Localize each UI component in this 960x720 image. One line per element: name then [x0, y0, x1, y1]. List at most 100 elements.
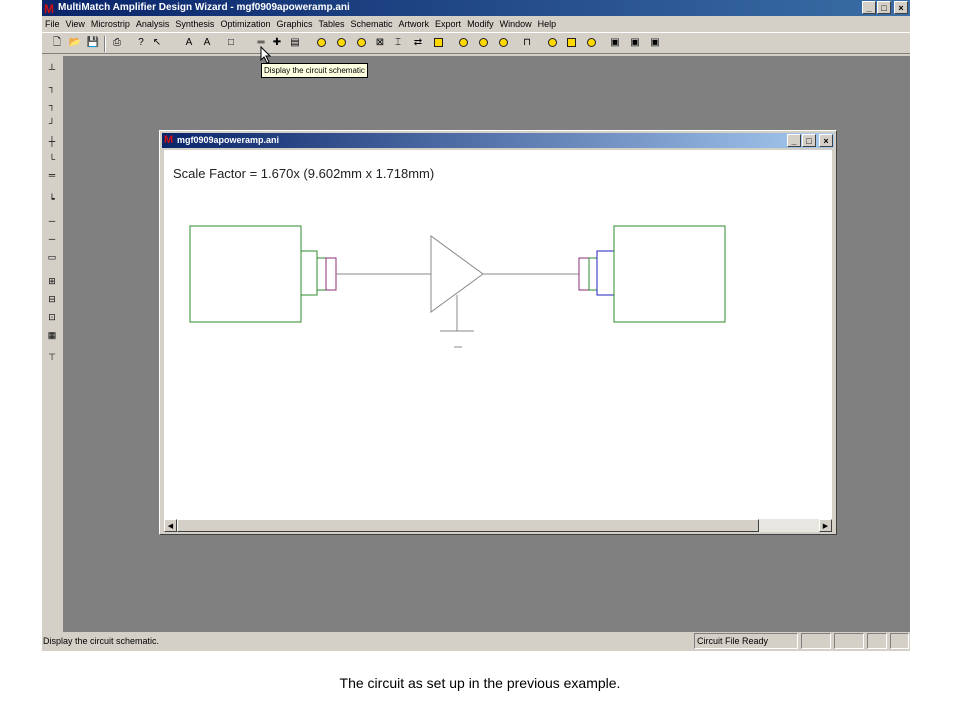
window-controls: _ □ × — [862, 1, 908, 14]
schematic-canvas[interactable]: Scale Factor = 1.670x (9.602mm x 1.718mm… — [164, 150, 832, 519]
stub-2-icon[interactable]: ┘ — [45, 116, 59, 130]
input-pad — [189, 225, 302, 323]
circle-4-icon[interactable] — [456, 36, 470, 50]
child-title-bar: M mgf0909apoweramp.ani _ □ × — [162, 133, 834, 148]
minimize-button[interactable]: _ — [862, 1, 876, 14]
slide-caption: The circuit as set up in the previous ex… — [339, 675, 621, 691]
menu-window[interactable]: Window — [497, 16, 535, 32]
output-stub-1 — [578, 257, 590, 291]
output-stub-2 — [588, 257, 598, 291]
scroll-thumb[interactable] — [177, 519, 759, 532]
pointer-icon[interactable]: ↖ — [150, 36, 164, 50]
text-icon[interactable]: □ — [224, 36, 238, 50]
square-icon[interactable] — [564, 36, 578, 50]
line-icon[interactable]: └ — [45, 152, 59, 166]
status-message: Display the circuit schematic. — [43, 636, 160, 646]
menu-optimization[interactable]: Optimization — [217, 16, 273, 32]
menu-modify[interactable]: Modify — [464, 16, 497, 32]
plus-box-icon[interactable]: ⊞ — [45, 274, 59, 288]
status-panel-5 — [890, 633, 909, 649]
open-icon[interactable]: 📂 — [68, 36, 82, 50]
mouse-cursor-icon — [260, 46, 272, 64]
new-icon[interactable]: 🗋 — [50, 36, 64, 50]
resistor-icon[interactable]: ─ — [45, 232, 59, 246]
file-logo-icon: M — [164, 134, 174, 146]
child-maximize-button[interactable]: □ — [802, 134, 816, 147]
main-toolbar: 🗋 📂 💾 ⎙ ? ↖ A A □ ═ ✚ ▤ ⊠ ⌶ ⇄ ⊓ ▣ ▣ ▣ — [42, 32, 910, 54]
status-bar: Display the circuit schematic. Circuit F… — [42, 632, 910, 651]
antenna-2-icon[interactable]: A — [200, 36, 214, 50]
component-3-icon[interactable]: ▣ — [648, 36, 662, 50]
minus-box-icon[interactable]: ⊟ — [45, 292, 59, 306]
menu-tables[interactable]: Tables — [315, 16, 347, 32]
print-icon[interactable]: ⎙ — [110, 36, 124, 50]
grid-box-icon[interactable]: ▦ — [45, 328, 59, 342]
input-stub-2 — [316, 257, 327, 291]
input-stub-3 — [325, 257, 337, 291]
child-close-button[interactable]: × — [819, 134, 833, 147]
scroll-left-icon[interactable]: ◀ — [164, 519, 177, 532]
app-logo-icon: M — [44, 2, 54, 16]
title-bar: M MultiMatch Amplifier Design Wizard - m… — [42, 0, 910, 16]
menu-export[interactable]: Export — [432, 16, 464, 32]
shape-icon[interactable] — [431, 36, 445, 50]
capacitor-icon[interactable]: ▭ — [45, 250, 59, 264]
status-panel-2 — [801, 633, 831, 649]
arrows-icon[interactable]: ⇄ — [411, 36, 425, 50]
tee-icon[interactable]: ┼ — [45, 134, 59, 148]
circle-6-icon[interactable] — [496, 36, 510, 50]
child-window-controls: _ □ × — [787, 134, 833, 147]
menu-file[interactable]: File — [42, 16, 63, 32]
menu-graphics[interactable]: Graphics — [273, 16, 315, 32]
mdi-client-area: M mgf0909apoweramp.ani _ □ × Scale Facto… — [63, 56, 910, 632]
app-window: M MultiMatch Amplifier Design Wizard - m… — [42, 0, 910, 651]
menu-microstrip[interactable]: Microstrip — [88, 16, 133, 32]
chart-icon[interactable]: ⊓ — [520, 36, 534, 50]
antenna-icon[interactable]: A — [182, 36, 196, 50]
dot-box-icon[interactable]: ⊡ — [45, 310, 59, 324]
step-icon[interactable]: ┕ — [45, 192, 59, 206]
menu-analysis[interactable]: Analysis — [133, 16, 173, 32]
close-button[interactable]: × — [894, 1, 908, 14]
scroll-right-icon[interactable]: ▶ — [819, 519, 832, 532]
menu-bar: File View Microstrip Analysis Synthesis … — [42, 16, 910, 32]
output-pad — [613, 225, 726, 323]
save-icon[interactable]: 💾 — [86, 36, 100, 50]
list-icon[interactable]: ▤ — [288, 36, 302, 50]
circle-8-icon[interactable] — [584, 36, 598, 50]
stub-element-icon[interactable]: ┐ — [45, 98, 59, 112]
circle-7-icon[interactable] — [545, 36, 559, 50]
series-element-icon[interactable]: ┴ — [45, 62, 59, 76]
box-x-icon[interactable]: ⊠ — [373, 36, 387, 50]
shunt-element-icon[interactable]: ┐ — [45, 80, 59, 94]
circle-3-icon[interactable] — [354, 36, 368, 50]
input-stub-1 — [300, 250, 318, 296]
circle-5-icon[interactable] — [476, 36, 490, 50]
circuit-schematic — [189, 225, 726, 348]
toolbar-tooltip: Display the circuit schematic — [261, 63, 368, 78]
menu-help[interactable]: Help — [535, 16, 560, 32]
horizontal-scrollbar[interactable]: ◀ ▶ — [164, 519, 832, 532]
toolbar-separator — [104, 36, 106, 52]
circle-1-icon[interactable] — [314, 36, 328, 50]
window-title: MultiMatch Amplifier Design Wizard - mgf… — [58, 2, 350, 13]
left-toolbar: ┴ ┐ ┐ ┘ ┼ └ ═ ┕ ─ ─ ▭ ⊞ ⊟ ⊡ ▦ ⊤ — [42, 56, 62, 634]
ladder-icon[interactable]: ⌶ — [391, 36, 405, 50]
schematic-window: M mgf0909apoweramp.ani _ □ × Scale Facto… — [159, 130, 837, 535]
component-1-icon[interactable]: ▣ — [608, 36, 622, 50]
menu-view[interactable]: View — [63, 16, 88, 32]
menu-schematic[interactable]: Schematic — [348, 16, 396, 32]
menu-artwork[interactable]: Artwork — [396, 16, 433, 32]
component-2-icon[interactable]: ▣ — [628, 36, 642, 50]
coupler-icon[interactable]: ═ — [45, 168, 59, 182]
status-panel-4 — [867, 633, 887, 649]
child-minimize-button[interactable]: _ — [787, 134, 801, 147]
restore-button[interactable]: □ — [877, 1, 891, 14]
ground-icon[interactable]: ⊤ — [45, 350, 59, 364]
child-window-title: mgf0909apoweramp.ani — [177, 135, 280, 145]
menu-synthesis[interactable]: Synthesis — [172, 16, 217, 32]
gap-icon[interactable]: ─ — [45, 214, 59, 228]
circle-2-icon[interactable] — [334, 36, 348, 50]
help-icon[interactable]: ? — [134, 36, 148, 50]
cross-icon[interactable]: ✚ — [270, 36, 284, 50]
